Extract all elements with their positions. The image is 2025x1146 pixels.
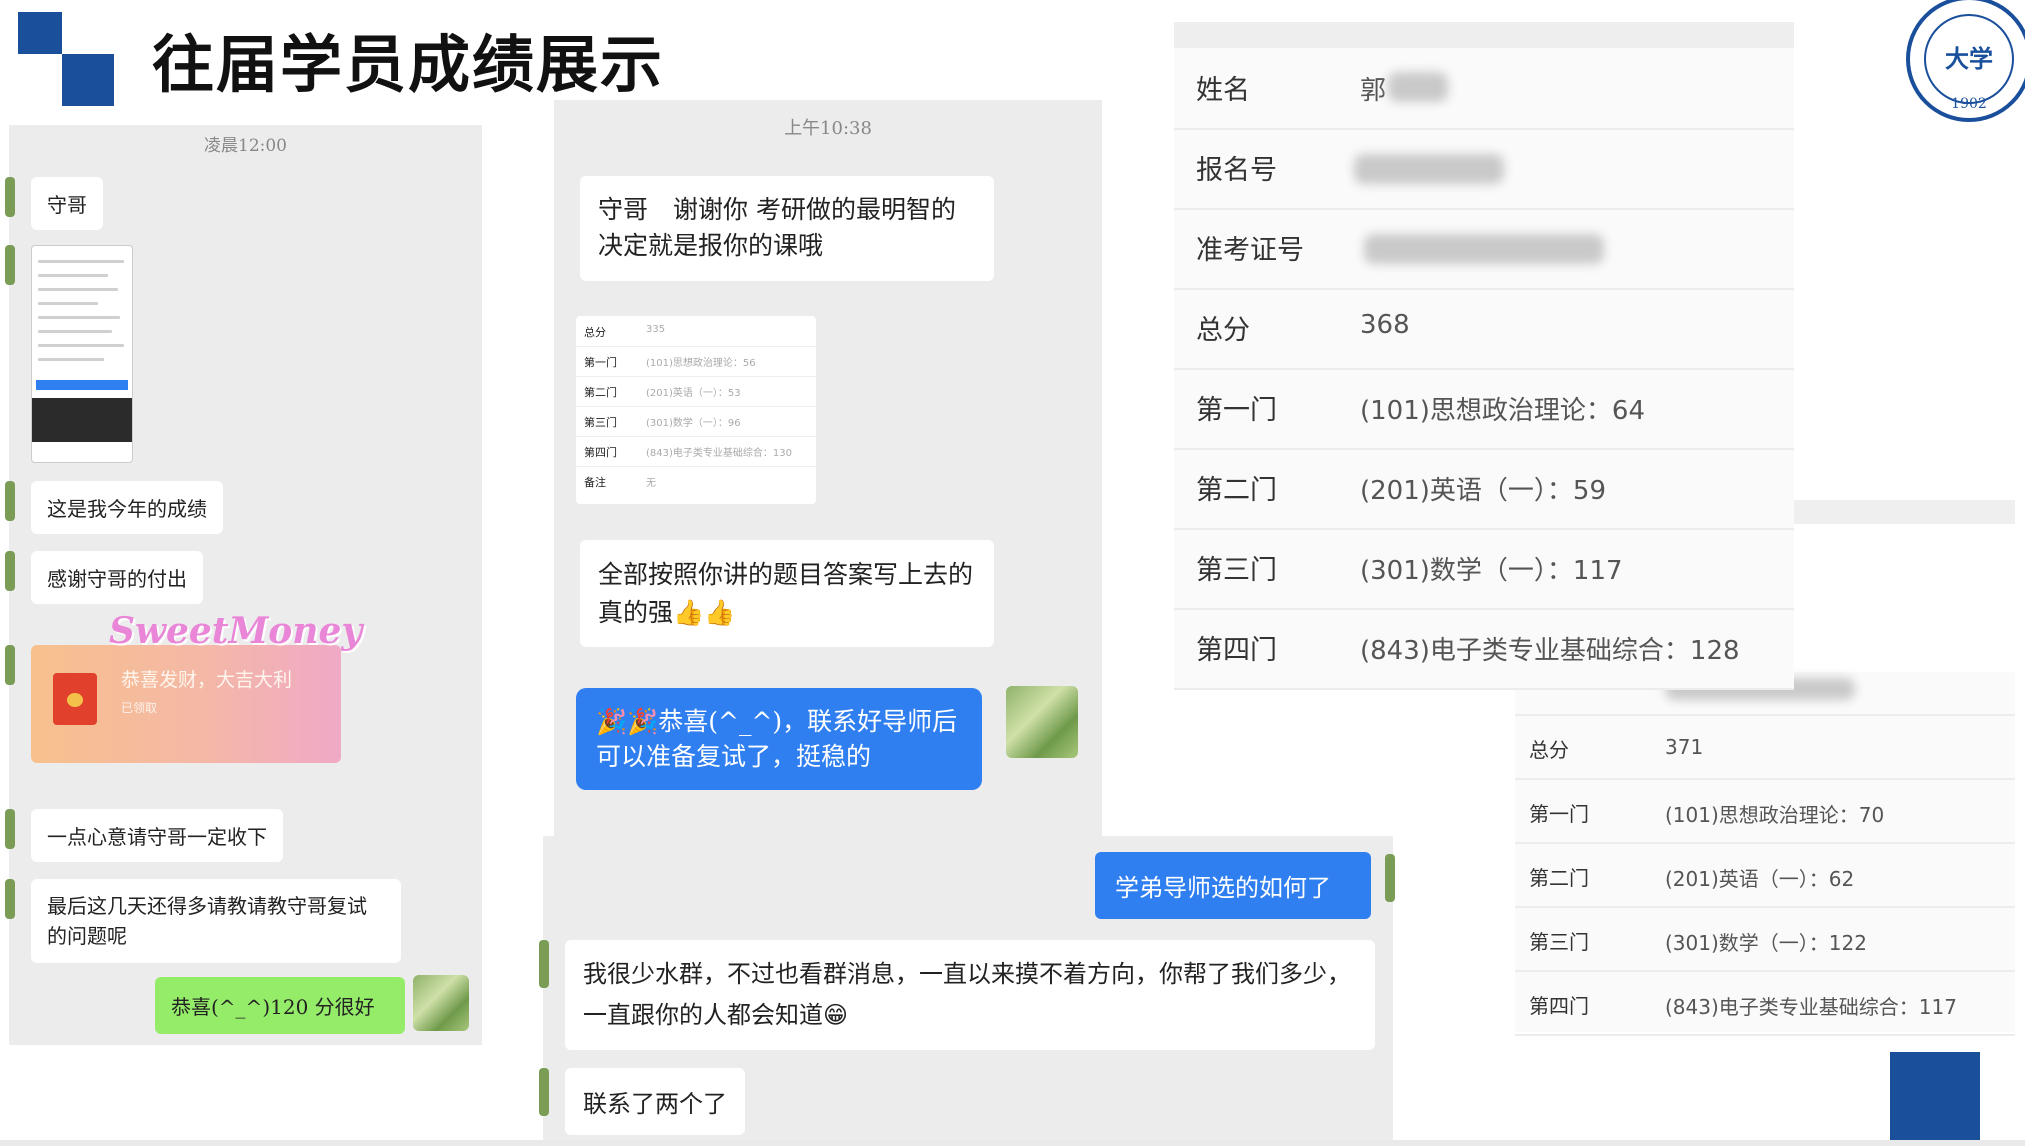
- score-row: 第一门 (101)思想政治理论：64: [1174, 368, 1794, 450]
- logo-seal-text: 大学: [1924, 14, 2014, 104]
- score-value: 郭: [1360, 76, 1387, 106]
- avatar: [413, 975, 469, 1031]
- chat-message: 最后这几天还得多请教请教守哥复试的问题呢: [31, 879, 401, 963]
- avatar: [5, 245, 15, 285]
- score-row: 第四门 (843)电子类专业基础综合：128: [1174, 608, 1794, 690]
- logo-year: 1902: [1951, 96, 1987, 112]
- chat-message: 守哥 谢谢你 考研做的最明智的决定就是报你的课哦: [580, 176, 994, 281]
- chat-screenshot-2: 上午10:38 守哥 谢谢你 考研做的最明智的决定就是报你的课哦 总分 335 第…: [554, 100, 1102, 840]
- chat-timestamp: 凌晨12:00: [204, 136, 287, 156]
- score-screenshot-thumbnail[interactable]: 总分 335 第一门 (101)思想政治理论：56 第二门 (201)英语（一）：53…: [576, 316, 816, 504]
- chat-screenshot-3: 学弟导师选的如何了 我很少水群，不过也看群消息，一直以来摸不着方向，你帮了我们多…: [539, 836, 1395, 1146]
- score-label: 报名号: [1196, 155, 1277, 186]
- chat-screenshot-1: 凌晨12:00 守哥 这是我今年的成绩 感谢守哥的付出 恭喜发财，大吉大利 已领…: [5, 125, 482, 1045]
- chat-message: 感谢守哥的付出: [31, 551, 203, 604]
- score-label: 第一门: [1196, 395, 1277, 426]
- score-row-name: 姓名 郭: [1174, 48, 1794, 130]
- chat-message: 我很少水群，不过也看群消息，一直以来摸不着方向，你帮了我们多少，一直跟你的人都会…: [565, 940, 1375, 1050]
- score-value: (101)思想政治理论：64: [1360, 396, 1645, 426]
- score-panel-2: 总分 371 第一门 (101)思想政治理论：70 第二门 (201)英语（一）…: [1515, 672, 2015, 1036]
- chat-message-sent: 恭喜(^_^)120 分很好: [155, 977, 405, 1034]
- score-panel-1: 姓名 郭 报名号 准考证号 总分 368 第一门 (101)思想政治理论：64 …: [1174, 22, 1794, 690]
- red-packet-icon: [53, 673, 97, 725]
- red-packet-card[interactable]: 恭喜发财，大吉大利 已领取: [31, 645, 341, 763]
- avatar: [5, 645, 15, 685]
- score-label: 第四门: [1529, 994, 1589, 1018]
- avatar: [5, 809, 15, 849]
- avatar: [1385, 854, 1395, 902]
- score-label: 第三门: [1196, 555, 1277, 586]
- title-decoration-square: [62, 54, 114, 106]
- chat-message-sent: 学弟导师选的如何了: [1095, 852, 1371, 919]
- avatar: [1006, 686, 1078, 758]
- blurred-value: [1354, 154, 1504, 184]
- score-row: 总分 371: [1515, 714, 2015, 780]
- sticker-overlay: SweetMoney: [109, 610, 363, 652]
- score-label: 准考证号: [1196, 235, 1304, 266]
- avatar: [5, 879, 15, 919]
- chat-message: 这是我今年的成绩: [31, 481, 223, 534]
- score-value: (843)电子类专业基础综合：117: [1665, 995, 1957, 1019]
- chat-message-sent: 🎉🎉恭喜(^_^)，联系好导师后可以准备复试了，挺稳的: [576, 688, 982, 790]
- score-label: 第二门: [1196, 475, 1277, 506]
- score-row: 准考证号: [1174, 208, 1794, 290]
- score-value: (301)数学（一）：117: [1360, 556, 1623, 586]
- score-row: 报名号: [1174, 128, 1794, 210]
- score-label: 第四门: [1196, 635, 1277, 666]
- score-panel-header-strip: [1174, 22, 1794, 48]
- chat-message: 守哥: [31, 177, 103, 230]
- score-row: 第三门 (301)数学（一）：122: [1515, 906, 2015, 972]
- score-row: 第四门 (843)电子类专业基础综合：117: [1515, 970, 2015, 1036]
- score-value: (101)思想政治理论：70: [1665, 803, 1885, 827]
- corner-decoration-square: [1890, 1052, 1980, 1146]
- page-title: 往届学员成绩展示: [152, 28, 665, 101]
- chat-message: 联系了两个了: [565, 1068, 745, 1135]
- red-packet-status: 已领取: [121, 701, 158, 715]
- avatar: [5, 551, 15, 591]
- score-label: 第二门: [1529, 866, 1589, 890]
- blurred-value: [1388, 72, 1448, 102]
- screenshot-thumbnail[interactable]: [31, 245, 133, 463]
- avatar: [539, 1068, 549, 1116]
- score-value: (301)数学（一）：122: [1665, 931, 1867, 955]
- score-label: 第三门: [1529, 930, 1589, 954]
- score-row: 第一门 (101)思想政治理论：70: [1515, 778, 2015, 844]
- chat-message: 全部按照你讲的题目答案写上去的 真的强👍👍: [580, 540, 994, 647]
- score-value: 368: [1360, 310, 1410, 340]
- score-label: 总分: [1529, 738, 1569, 762]
- chat-timestamp: 上午10:38: [784, 118, 872, 139]
- blurred-value: [1364, 234, 1604, 264]
- score-row: 第二门 (201)英语（一）：62: [1515, 842, 2015, 908]
- score-value: (201)英语（一）：59: [1360, 476, 1606, 506]
- avatar: [5, 481, 15, 521]
- score-panel-edge: [1792, 500, 2015, 524]
- score-value: (201)英语（一）：62: [1665, 867, 1855, 891]
- score-row: 第二门 (201)英语（一）：59: [1174, 448, 1794, 530]
- avatar: [5, 177, 15, 217]
- score-label: 总分: [1196, 315, 1250, 346]
- avatar: [539, 940, 549, 988]
- score-row: 第三门 (301)数学（一）：117: [1174, 528, 1794, 610]
- score-value: (843)电子类专业基础综合：128: [1360, 636, 1740, 666]
- score-value: 371: [1665, 735, 1704, 759]
- score-row: 总分 368: [1174, 288, 1794, 370]
- university-logo: 大学 1902: [1906, 0, 2025, 122]
- chat-message: 一点心意请守哥一定收下: [31, 809, 283, 862]
- red-packet-text: 恭喜发财，大吉大利: [121, 669, 293, 691]
- score-label: 第一门: [1529, 802, 1589, 826]
- bottom-divider: [0, 1140, 2025, 1146]
- score-label: 姓名: [1196, 75, 1250, 106]
- title-decoration-square: [18, 12, 62, 54]
